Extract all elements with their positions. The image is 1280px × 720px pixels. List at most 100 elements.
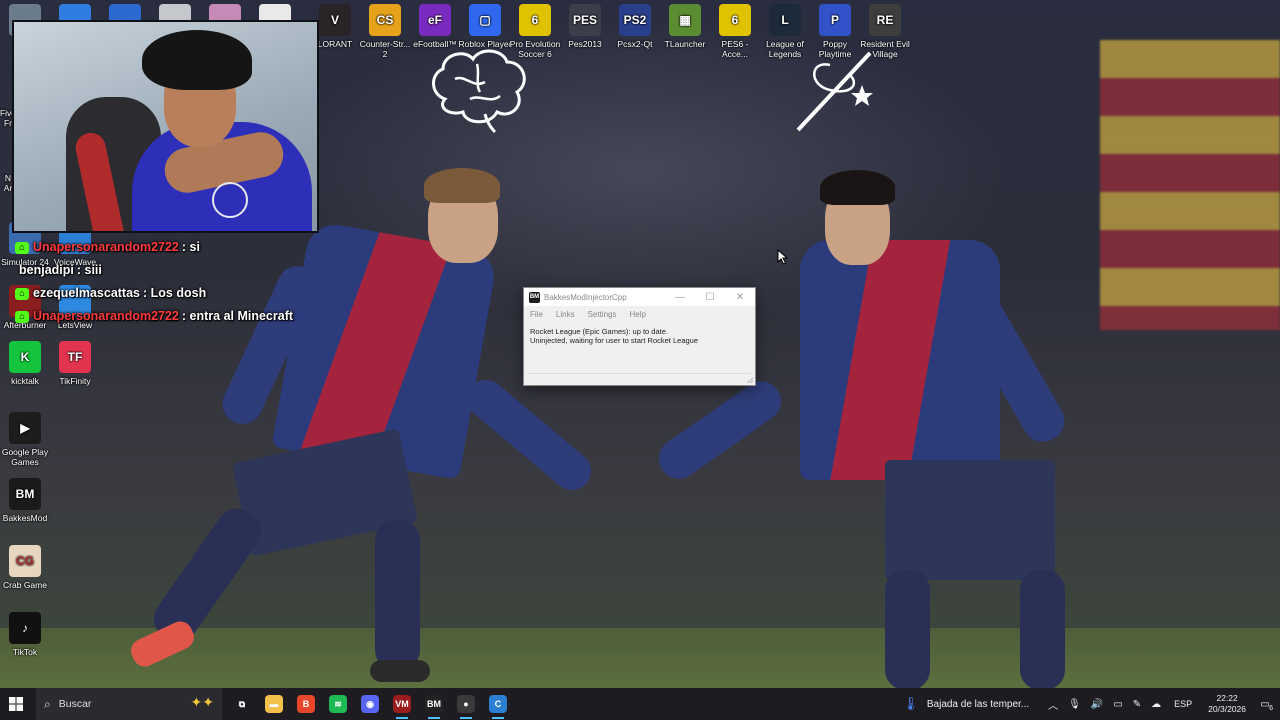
taskview-button[interactable]: ⧉ xyxy=(226,688,258,720)
pen-icon[interactable]: ✎ xyxy=(1133,699,1141,710)
desk-icon-crab-game[interactable]: CG Crab Game xyxy=(0,545,55,590)
resize-grip[interactable] xyxy=(747,377,753,383)
re-village-icon: RE xyxy=(869,4,901,36)
clock-date: 20/3/2026 xyxy=(1208,704,1246,714)
file-explorer-button[interactable]: ▬ xyxy=(258,688,290,720)
chat-username: Unapersonarandom2722 xyxy=(33,240,179,254)
weather-widget[interactable]: 🌡 Bajada de las temper... xyxy=(902,696,1029,712)
chat-message: benjadipi: siii xyxy=(15,259,335,282)
desktop-icon-label: TikTok xyxy=(12,647,38,657)
desk-icon-tiktok[interactable]: ♪ TikTok xyxy=(0,612,55,657)
menu-links[interactable]: Links xyxy=(556,310,575,319)
pes6-icon: 6 xyxy=(519,4,551,36)
brave-button[interactable]: B xyxy=(290,688,322,720)
tiktok-icon: ♪ xyxy=(9,612,41,644)
network-icon[interactable]: ▭ xyxy=(1113,699,1122,710)
chat-username: ezequelmascattas xyxy=(33,286,141,300)
volume-icon[interactable]: 🔊 xyxy=(1091,699,1103,710)
ccleaner-button[interactable]: C xyxy=(482,688,514,720)
kick-badge-icon: ⌂ xyxy=(15,287,29,300)
taskbar-app-list: ⧉ ▬ B ≋ ◉ VM BM ● C xyxy=(226,688,514,720)
brave-icon: B xyxy=(297,695,315,713)
window-menubar: File Links Settings Help xyxy=(524,306,755,322)
webcam-overlay xyxy=(12,20,319,233)
menu-help[interactable]: Help xyxy=(629,310,645,319)
clock-time: 22:22 xyxy=(1216,693,1238,703)
notifications-button[interactable]: ▭ 6 xyxy=(1254,693,1276,715)
search-icon: ⌕ xyxy=(44,696,51,711)
chat-message: ⌂ ezequelmascattas: Los dosh xyxy=(15,282,335,305)
start-button[interactable] xyxy=(0,688,32,720)
league-icon: L xyxy=(769,4,801,36)
bakkesmod-icon: BM xyxy=(9,478,41,510)
discord-button[interactable]: ◉ xyxy=(354,688,386,720)
tikfinity-icon: TF xyxy=(59,341,91,373)
onedrive-icon[interactable]: ☁ xyxy=(1151,699,1161,710)
desktop-icon-label: Resident Evil Village xyxy=(860,39,910,59)
taskview-icon: ⧉ xyxy=(238,698,246,709)
chat-overlay: ⌂ Unapersonarandom2722: si benjadipi: siii… xyxy=(15,236,335,328)
wallpaper-player-right xyxy=(651,170,1100,688)
minimize-button[interactable]: — xyxy=(665,288,695,306)
discord-icon: ◉ xyxy=(361,695,379,713)
poppy-icon: P xyxy=(819,4,851,36)
obs-button[interactable]: ● xyxy=(450,688,482,720)
clock[interactable]: 22:22 20/3/2026 xyxy=(1208,693,1246,715)
desktop-icon-label: BakkesMod xyxy=(2,513,48,523)
bakkesmod-taskbar-icon: BM xyxy=(425,695,443,713)
taskbar: ⌕ Buscar ✦✦ ⧉ ▬ B ≋ ◉ VM BM ● C 🌡 Bajada de las … xyxy=(0,688,1280,720)
voicemeeter-icon: VM xyxy=(393,695,411,713)
roblox-icon: ▢ xyxy=(469,4,501,36)
status-line-injection: Uninjected, waiting for user to start Ro… xyxy=(530,336,699,345)
close-button[interactable]: ✕ xyxy=(725,288,755,306)
valorant-icon: V xyxy=(319,4,351,36)
desktop-icon-label: TikFinity xyxy=(59,376,91,386)
windows-logo-icon xyxy=(9,697,23,711)
bakkesmod-injector-window[interactable]: BM BakkesModInjectorCpp — ☐ ✕ File Links… xyxy=(523,287,756,386)
language-indicator[interactable]: ESP xyxy=(1174,699,1192,709)
mouse-cursor-icon xyxy=(777,249,789,265)
search-highlight-icon[interactable]: ✦✦ xyxy=(191,694,214,711)
chevron-up-icon[interactable]: ︿ xyxy=(1048,697,1058,712)
bakkesmod-app-icon: BM xyxy=(529,291,540,303)
chat-text: : si xyxy=(181,240,200,254)
chat-text: : Los dosh xyxy=(143,286,207,300)
window-titlebar[interactable]: BM BakkesModInjectorCpp — ☐ ✕ xyxy=(524,288,755,306)
window-title: BakkesModInjectorCpp xyxy=(544,292,627,302)
pes6-access-icon: 6 xyxy=(719,4,751,36)
search-placeholder: Buscar xyxy=(58,698,92,710)
ccleaner-icon: C xyxy=(489,695,507,713)
chat-text: : entra al Minecraft xyxy=(181,309,294,323)
spotify-button[interactable]: ≋ xyxy=(322,688,354,720)
system-tray: 🌡 Bajada de las temper... ︿ 🎙 🔊 ▭ ✎ ☁ ES… xyxy=(902,688,1280,720)
microphone-icon[interactable]: 🎙 xyxy=(1068,699,1081,710)
chat-message: ⌂ Unapersonarandom2722: si xyxy=(15,236,335,259)
taskbar-search-box[interactable]: ⌕ Buscar ✦✦ xyxy=(36,688,222,720)
status-line-update: Rocket League (Epic Games): up to date. xyxy=(530,327,668,336)
crab-game-icon: CG xyxy=(9,545,41,577)
weather-text: Bajada de las temper... xyxy=(926,698,1030,710)
chat-message: ⌂ Unapersonarandom2722: entra al Minecraf… xyxy=(15,305,335,328)
bakkesmod-taskbar-button[interactable]: BM xyxy=(418,688,450,720)
kicktalk-icon: K xyxy=(9,341,41,373)
maximize-button[interactable]: ☐ xyxy=(695,288,725,306)
google-play-games-icon: ▶ xyxy=(9,412,41,444)
menu-settings[interactable]: Settings xyxy=(588,310,617,319)
kick-badge-icon: ⌂ xyxy=(15,241,29,254)
tlauncher-icon: ▦ xyxy=(669,4,701,36)
desktop-icon-label: Crab Game xyxy=(3,580,47,590)
desk-icon-re-village[interactable]: RE Resident Evil Village xyxy=(855,4,915,59)
status-area: Rocket League (Epic Games): up to date. … xyxy=(528,322,751,374)
chat-username: benjadipi xyxy=(19,263,74,277)
kick-badge-icon: ⌂ xyxy=(15,310,29,323)
desk-icon-bakkesmod[interactable]: BM BakkesMod xyxy=(0,478,55,523)
counter-strike-icon: CS xyxy=(369,4,401,36)
voicemeeter-button[interactable]: VM xyxy=(386,688,418,720)
chat-text: : siii xyxy=(76,263,102,277)
notification-count: 6 xyxy=(1269,705,1273,712)
desk-icon-google-play-games[interactable]: ▶ Google Play Games xyxy=(0,412,55,467)
menu-file[interactable]: File xyxy=(530,310,543,319)
thermometer-icon: 🌡 xyxy=(902,696,919,711)
desktop-icon-label: Google Play Games xyxy=(1,447,49,467)
desk-icon-tikfinity[interactable]: TF TikFinity xyxy=(45,341,105,386)
